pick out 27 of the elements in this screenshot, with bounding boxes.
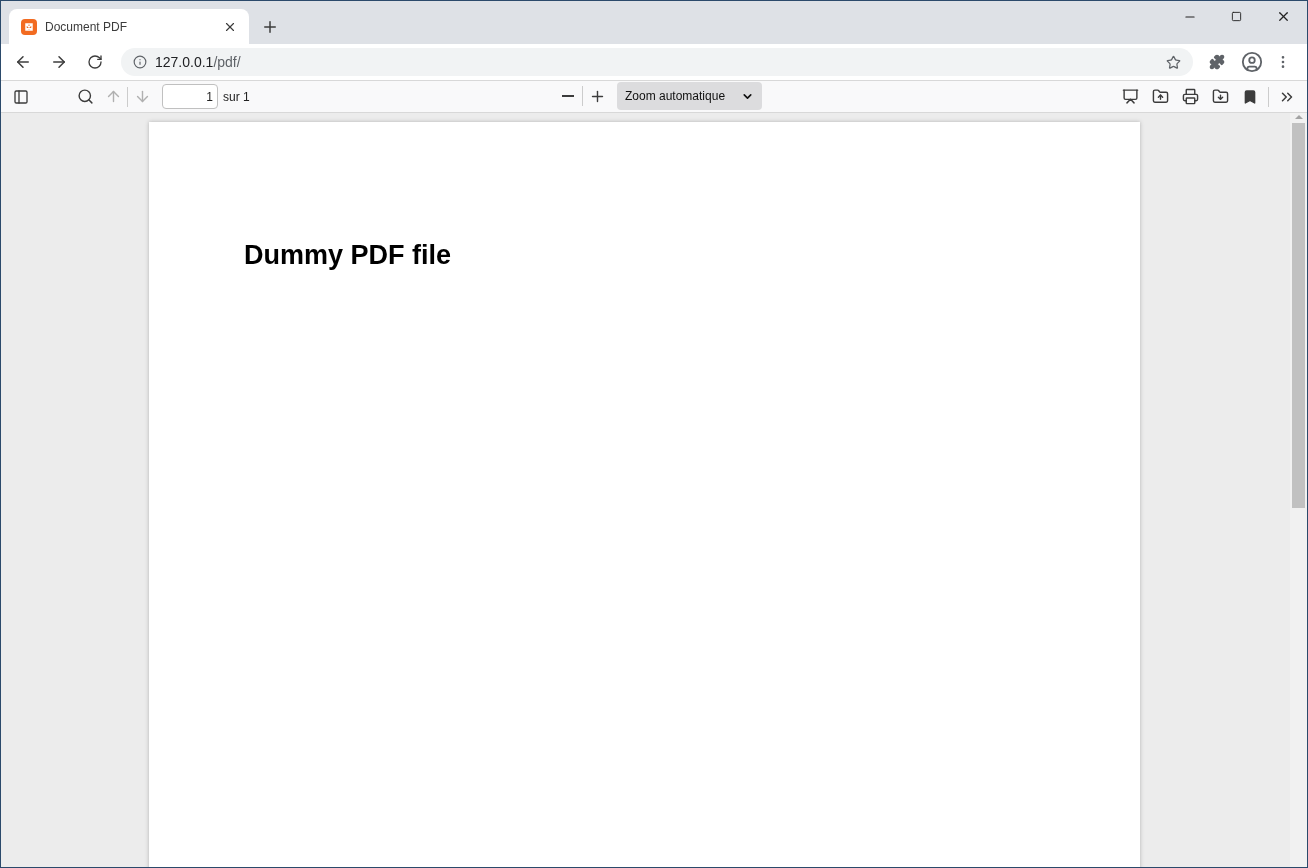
address-field[interactable]: 127.0.0.1/pdf/ — [121, 48, 1193, 76]
star-icon[interactable] — [1166, 54, 1181, 70]
folder-down-icon — [1211, 88, 1229, 105]
document-heading: Dummy PDF file — [244, 239, 453, 272]
maximize-icon[interactable] — [1231, 11, 1242, 22]
bookmark-icon — [1242, 88, 1258, 105]
folder-up-icon — [1151, 88, 1169, 105]
forward-arrow-icon — [50, 53, 68, 71]
printer-icon — [1181, 88, 1199, 105]
browser-tab[interactable]: Document PDF — [9, 9, 249, 44]
page-number-field[interactable]: 1 — [162, 84, 218, 109]
profile-icon[interactable] — [1241, 51, 1263, 73]
scrollbar[interactable] — [1290, 113, 1307, 867]
new-tab-icon[interactable] — [261, 18, 279, 36]
site-favicon-icon — [21, 18, 37, 35]
tab-title: Document PDF — [45, 18, 129, 36]
search-icon — [76, 88, 94, 105]
zoom-dropdown[interactable]: Zoom automatique — [617, 82, 762, 110]
puzzle-icon[interactable] — [1209, 54, 1225, 70]
reload-icon — [87, 54, 103, 70]
sidebar-icon — [13, 88, 29, 105]
close-window-icon[interactable] — [1276, 9, 1291, 24]
minus-icon — [562, 95, 574, 97]
info-icon — [133, 55, 147, 69]
url-text: 127.0.0.1/pdf/ — [155, 52, 242, 72]
page-count-text: sur 1 — [223, 88, 250, 106]
presentation-icon — [1121, 88, 1139, 105]
